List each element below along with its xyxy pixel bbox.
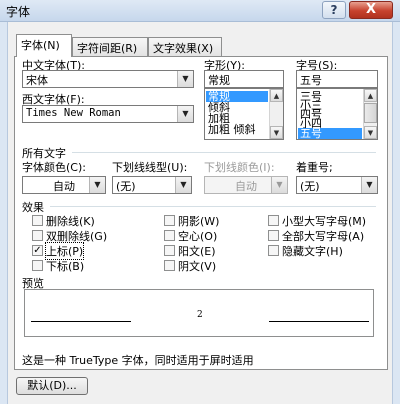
help-button[interactable]: ? (322, 1, 346, 19)
engrave-label: 阴文(V) (178, 260, 217, 273)
outline-checkbox[interactable] (164, 230, 175, 241)
underline-color-value: 自动 (235, 180, 257, 193)
subscript-label: 下标(B) (46, 260, 85, 273)
all-caps-checkbox[interactable] (268, 230, 279, 241)
shadow-checkbox[interactable] (164, 215, 175, 226)
underline-style-value: (无) (116, 180, 136, 193)
hidden-text-label: 隐藏文字(H) (282, 245, 343, 258)
default-button[interactable]: 默认(D)... (16, 377, 88, 395)
font-style-input[interactable]: 常规 (204, 70, 284, 88)
font-size-value: 五号 (300, 74, 322, 87)
window-title: 字体 (6, 5, 31, 19)
font-style-scrollbar[interactable]: ▲ ▼ (269, 89, 283, 139)
window-frame-right (392, 22, 400, 404)
underline-color-label: 下划线颜色(I): (204, 161, 275, 174)
chevron-down-icon[interactable]: ▼ (175, 177, 191, 193)
preview-baseline-right (269, 321, 369, 322)
emphasis-mark-value: (无) (300, 180, 320, 193)
chevron-down-icon[interactable]: ▼ (271, 177, 287, 193)
font-size-input[interactable]: 五号 (296, 70, 378, 88)
scroll-up-icon[interactable]: ▲ (270, 89, 283, 102)
window-frame-left (0, 22, 8, 404)
engrave-checkbox[interactable] (164, 260, 175, 271)
small-caps-checkbox[interactable] (268, 215, 279, 226)
list-item[interactable]: 五号 (298, 128, 362, 139)
font-description-text: 这是一种 TrueType 字体，同时适用于屏时适用 (22, 354, 254, 367)
tab-character-spacing[interactable]: 字符间距(R) (72, 37, 148, 56)
preview-box: 2 (24, 289, 374, 337)
subscript-checkbox[interactable] (32, 260, 43, 271)
tab-text-effects[interactable]: 文字效果(X) (148, 37, 222, 56)
scroll-down-icon[interactable]: ▼ (270, 126, 283, 139)
preview-baseline-left (31, 321, 131, 322)
font-size-scrollbar[interactable]: ▲ ▼ (363, 89, 377, 139)
tab-font[interactable]: 字体(N) (16, 34, 72, 57)
chevron-down-icon[interactable]: ▼ (177, 106, 193, 122)
scroll-thumb[interactable] (364, 103, 377, 123)
preview-sample-text: 2 (197, 310, 203, 320)
strikethrough-label: 删除线(K) (46, 215, 95, 228)
emphasis-mark-label: 着重号; (296, 161, 333, 174)
western-font-combobox[interactable]: Times New Roman (22, 105, 194, 123)
outline-label: 空心(O) (178, 230, 218, 243)
emboss-label: 阳文(E) (178, 245, 216, 258)
underline-style-label: 下划线线型(U): (112, 161, 188, 174)
scroll-down-icon[interactable]: ▼ (364, 126, 377, 139)
font-size-list[interactable]: 三号 小三 四号 小四 五号 ▲ ▼ (296, 88, 378, 140)
chinese-font-combobox[interactable]: 宋体 (22, 70, 194, 88)
chevron-down-icon[interactable]: ▼ (177, 71, 193, 87)
all-caps-label: 全部大写字母(A) (282, 230, 365, 243)
effects-heading: 效果 (22, 201, 44, 214)
font-color-value: 自动 (53, 180, 75, 193)
superscript-label: 上标(P) (44, 242, 85, 260)
double-strikethrough-checkbox[interactable] (32, 230, 43, 241)
chevron-down-icon[interactable]: ▼ (361, 177, 377, 193)
emboss-checkbox[interactable] (164, 245, 175, 256)
scroll-up-icon[interactable]: ▲ (364, 89, 377, 102)
group-divider (50, 206, 376, 207)
strikethrough-checkbox[interactable] (32, 215, 43, 226)
font-style-list[interactable]: 常规 倾斜 加粗 加粗 倾斜 ▲ ▼ (204, 88, 284, 140)
checkmark-icon: ✓ (33, 245, 42, 256)
western-font-value: Times New Roman (26, 107, 121, 119)
superscript-checkbox[interactable]: ✓ (32, 245, 43, 256)
chevron-down-icon[interactable]: ▼ (89, 177, 105, 193)
list-item[interactable]: 加粗 倾斜 (206, 124, 258, 135)
chinese-font-value: 宋体 (26, 74, 48, 87)
font-color-label: 字体颜色(C): (22, 161, 86, 174)
double-strikethrough-label: 双删除线(G) (46, 230, 108, 243)
small-caps-label: 小型大写字母(M) (282, 215, 367, 228)
shadow-label: 阴影(W) (178, 215, 220, 228)
font-style-value: 常规 (208, 74, 230, 87)
hidden-text-checkbox[interactable] (268, 245, 279, 256)
close-button[interactable]: X (349, 1, 393, 19)
group-divider (72, 152, 376, 153)
